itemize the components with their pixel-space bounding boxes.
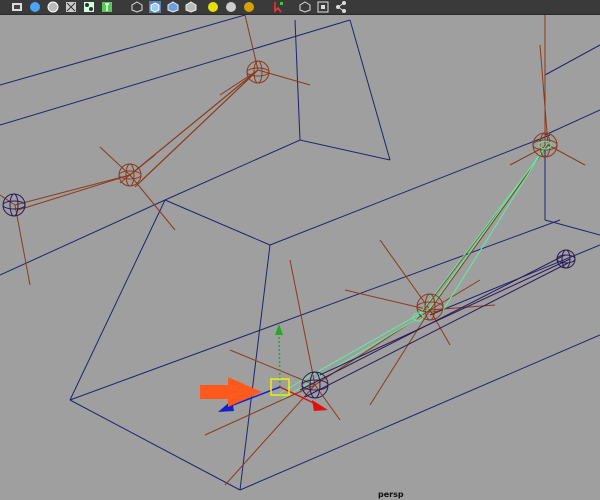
- camera-label: persp: [378, 490, 404, 499]
- selected-chain-highlight: [279, 142, 549, 400]
- joint-upper-3[interactable]: [2, 193, 26, 217]
- right-chain-rig-lines: [204, 15, 586, 486]
- xray-icon[interactable]: [64, 0, 78, 14]
- film-gate-icon[interactable]: [10, 0, 24, 14]
- frame-all-icon[interactable]: [316, 0, 330, 14]
- scene-canvas: [0, 15, 600, 491]
- default-material-icon[interactable]: [130, 0, 144, 14]
- manip-y-arrowhead[interactable]: [275, 324, 283, 335]
- dark-chain-lines: [299, 254, 571, 398]
- light-sphere-yellow-icon[interactable]: [206, 0, 220, 14]
- lit-cube-icon[interactable]: [184, 0, 198, 14]
- textured-icon[interactable]: [100, 0, 114, 14]
- viewport-toolbar: [0, 0, 600, 15]
- light-sphere-grey-icon[interactable]: [224, 0, 238, 14]
- manip-x-arrowhead[interactable]: [312, 400, 328, 411]
- wireframe-geometry: [0, 15, 600, 491]
- perspective-viewport[interactable]: [0, 15, 600, 500]
- camera-select-icon[interactable]: [272, 0, 286, 14]
- isolate-select-icon[interactable]: [298, 0, 312, 14]
- smooth-shade-icon[interactable]: [28, 0, 42, 14]
- light-sphere-gold-icon[interactable]: [242, 0, 256, 14]
- share-icon[interactable]: [334, 0, 348, 14]
- upper-chain-rig-lines: [0, 15, 311, 286]
- shaded-cube-icon[interactable]: [148, 0, 162, 14]
- xray-joints-icon[interactable]: [82, 0, 96, 14]
- annotation-arrow: [200, 377, 262, 407]
- wireframe-on-shaded-icon[interactable]: [46, 0, 60, 14]
- flat-cube-icon[interactable]: [166, 0, 180, 14]
